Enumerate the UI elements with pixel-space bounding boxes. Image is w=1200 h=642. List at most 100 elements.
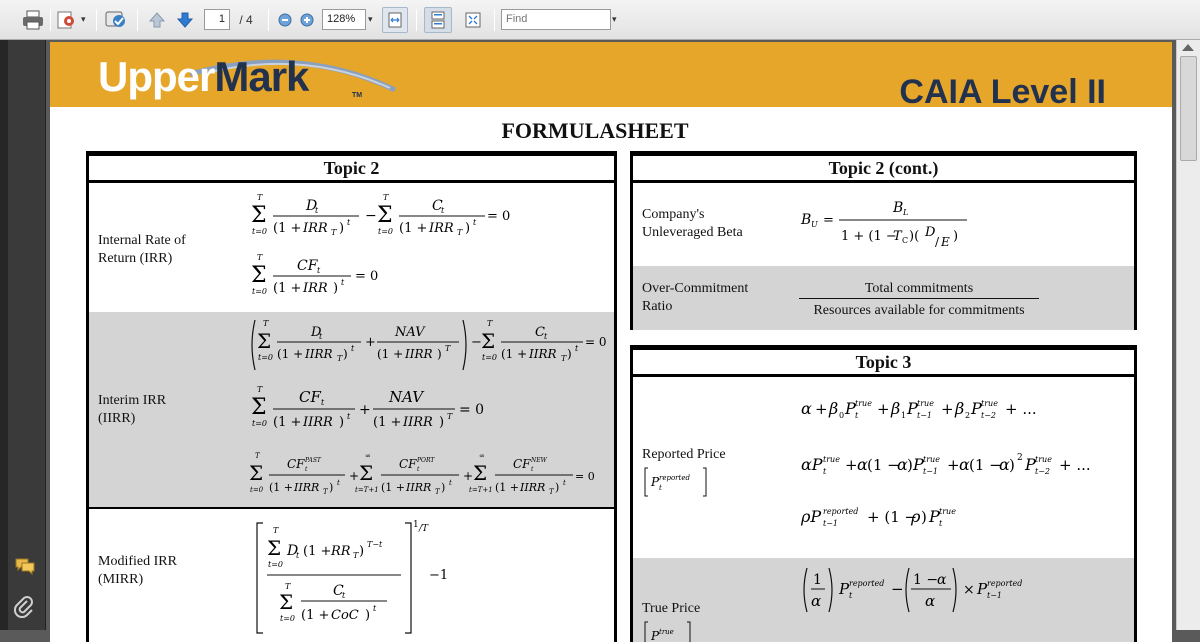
topic-2-table: Topic 2 Internal Rate of Return (IRR) T … — [86, 151, 617, 642]
svg-text:B: B — [892, 200, 903, 216]
svg-text:α: α — [801, 399, 812, 418]
chevron-down-icon[interactable]: ▾ — [81, 14, 86, 25]
svg-text:): ) — [953, 229, 958, 244]
svg-text:(1 −: (1 − — [867, 456, 900, 474]
zoom-level-input[interactable]: 128% — [322, 9, 366, 30]
svg-text:IIRR: IIRR — [302, 415, 333, 430]
full-screen-icon[interactable] — [460, 8, 486, 32]
previous-page-icon[interactable] — [146, 8, 168, 32]
svg-text:+: + — [349, 469, 359, 483]
svg-text:t: t — [341, 278, 345, 287]
svg-text:NAV: NAV — [388, 388, 425, 406]
svg-text:Σ: Σ — [359, 461, 373, 485]
svg-text:): ) — [465, 221, 470, 236]
svg-text:αP: αP — [801, 455, 823, 474]
irr-formula-2: T Σ t=0 CF t (1 + IRR) t = 0 — [251, 252, 391, 308]
attachments-icon[interactable] — [13, 596, 36, 619]
exam-level-title: CAIA Level II — [899, 73, 1106, 111]
svg-text:T: T — [257, 253, 263, 262]
svg-text:U: U — [811, 220, 818, 229]
svg-text:IRR: IRR — [302, 221, 328, 236]
svg-text:)(: )( — [909, 229, 919, 244]
svg-text:reported: reported — [659, 474, 690, 482]
svg-text:true: true — [917, 399, 934, 408]
svg-text:Σ: Σ — [473, 461, 487, 485]
true-price-formula: 1 α Pt reported − 1 − α α × Pt−1 reported — [801, 566, 1061, 620]
svg-text:T: T — [331, 228, 337, 237]
svg-text:+: + — [845, 456, 858, 474]
interim-irr-formula-3: T Σ t=0 CF t PAST (1 + IIRR T) t + ∞ Σ t=T+1 … — [249, 450, 609, 508]
table-header: Topic 3 — [633, 350, 1134, 377]
vertical-scrollbar[interactable] — [1176, 40, 1200, 630]
svg-text:2: 2 — [1017, 453, 1023, 463]
svg-text:IIRR: IIRR — [528, 347, 557, 361]
svg-text:(1 +: (1 + — [273, 415, 301, 430]
modified-irr-row: Modified IRR (MIRR) T Σ t=0 Dt (1 + RR T) T… — [89, 507, 614, 642]
next-page-icon[interactable] — [174, 8, 196, 32]
svg-text:α: α — [925, 592, 935, 610]
svg-text:): ) — [441, 481, 445, 494]
svg-text:CF: CF — [513, 457, 531, 471]
svg-text:t: t — [296, 551, 300, 560]
svg-text:PORT: PORT — [416, 457, 435, 464]
svg-text:t−1: t−1 — [923, 467, 938, 476]
svg-text:t=0: t=0 — [378, 227, 393, 236]
topic-2-cont-table: Topic 2 (cont.) Company's Unleveraged Be… — [630, 151, 1137, 330]
svg-text:PAST: PAST — [304, 457, 322, 464]
reported-price-label: Reported Price — [642, 447, 726, 462]
unleveraged-beta-label: Company's Unleveraged Beta — [642, 207, 743, 240]
zoom-out-icon[interactable] — [276, 8, 294, 32]
svg-text:(1 +: (1 + — [303, 544, 331, 559]
scrolling-mode-icon[interactable] — [424, 7, 452, 33]
review-comment-icon[interactable] — [102, 8, 130, 32]
svg-text:∞: ∞ — [365, 452, 371, 460]
svg-text:NEW: NEW — [530, 457, 548, 464]
zoom-dropdown-chevron-icon[interactable]: ▾ — [368, 14, 373, 25]
svg-text:t: t — [305, 466, 308, 473]
fit-width-icon[interactable] — [382, 7, 408, 33]
svg-text:IIRR: IIRR — [293, 481, 319, 494]
document-properties-icon[interactable] — [54, 8, 78, 32]
reader-toolbar: ▾ 1 / 4 128% ▾ Find ▾ — [0, 0, 1200, 40]
svg-text:T: T — [487, 319, 493, 328]
svg-text:true: true — [939, 507, 956, 516]
svg-text:+ (1 −: + (1 − — [867, 508, 917, 526]
svg-text:CF: CF — [287, 457, 305, 471]
print-icon[interactable] — [20, 8, 46, 32]
irr-label: Internal Rate of Return (IRR) — [98, 233, 186, 266]
svg-text:(1 +: (1 + — [301, 608, 329, 623]
svg-text:T: T — [263, 319, 269, 328]
svg-text:t: t — [337, 479, 340, 487]
svg-text:=: = — [823, 213, 834, 228]
find-options-chevron-icon[interactable]: ▾ — [612, 14, 617, 25]
svg-text:(1 +: (1 + — [277, 347, 303, 361]
scroll-up-icon[interactable] — [1182, 44, 1194, 51]
svg-text:T: T — [457, 228, 463, 237]
interim-irr-label: Interim IRR (IIRR) — [98, 393, 167, 426]
svg-text:t: t — [823, 467, 827, 476]
svg-text:CF: CF — [399, 457, 417, 471]
svg-text:α: α — [811, 592, 821, 610]
svg-text:+ ...: + ... — [1059, 456, 1091, 474]
svg-text:T−t: T−t — [367, 540, 383, 549]
svg-text:t: t — [347, 412, 351, 421]
scrollbar-thumb[interactable] — [1180, 56, 1197, 161]
over-commitment-row: Over-Commitment Ratio Total commitments … — [633, 266, 1134, 330]
svg-text:t=0: t=0 — [258, 353, 273, 362]
comments-icon[interactable] — [14, 556, 36, 578]
svg-text:t: t — [531, 466, 534, 473]
svg-text:): ) — [329, 481, 333, 494]
svg-text:t: t — [473, 218, 477, 227]
svg-text:t: t — [321, 398, 325, 407]
svg-text:T: T — [257, 193, 263, 202]
svg-text:reported: reported — [849, 579, 884, 588]
find-input[interactable]: Find — [501, 9, 611, 30]
interim-irr-row: Interim IRR (IIRR) T Σ t=0 Dt (1 + IIRR T)… — [89, 312, 614, 507]
svg-text:2: 2 — [965, 411, 970, 420]
interim-irr-formula-2: T Σ t=0 CF t (1 + IIRR) t + NAV (1 + IIRR) T … — [251, 384, 511, 442]
irr-formula-1: T Σ t=0 Dt (1 + IRR T) t − T Σ t=0 Ct (1 + I… — [251, 192, 511, 248]
page-number-input[interactable]: 1 — [204, 9, 230, 30]
zoom-in-icon[interactable] — [298, 8, 316, 32]
svg-text:NAV: NAV — [394, 325, 426, 340]
svg-text:L: L — [902, 208, 908, 217]
